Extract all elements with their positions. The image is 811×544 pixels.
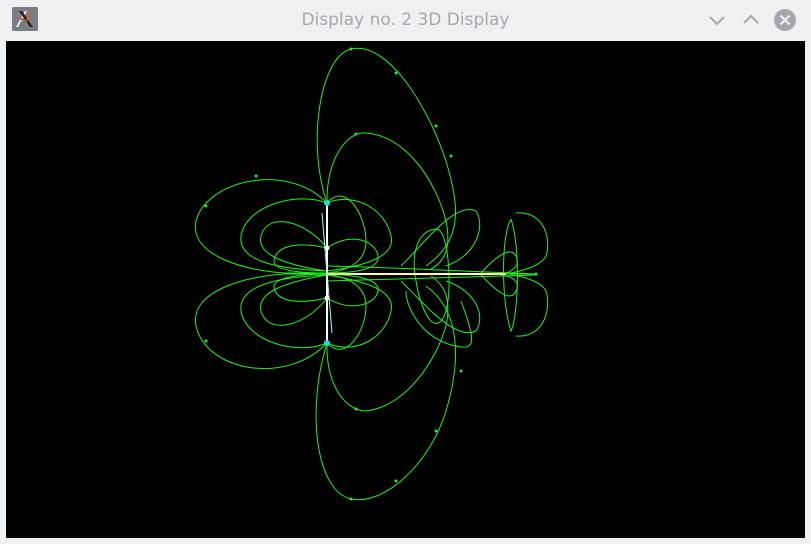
chevron-down-icon [709, 16, 725, 26]
minimize-button[interactable] [705, 8, 729, 32]
3d-display-canvas[interactable] [6, 41, 805, 538]
app-window: Display no. 2 3D Display [0, 0, 811, 544]
canvas-background [6, 41, 805, 538]
close-button[interactable] [773, 8, 797, 32]
title-bar[interactable]: Display no. 2 3D Display [0, 0, 811, 40]
field-lines-plot [6, 41, 805, 538]
window-title: Display no. 2 3D Display [301, 10, 510, 30]
maximize-button[interactable] [739, 8, 763, 32]
close-circle-icon [774, 9, 796, 31]
chevron-up-icon [743, 14, 759, 24]
